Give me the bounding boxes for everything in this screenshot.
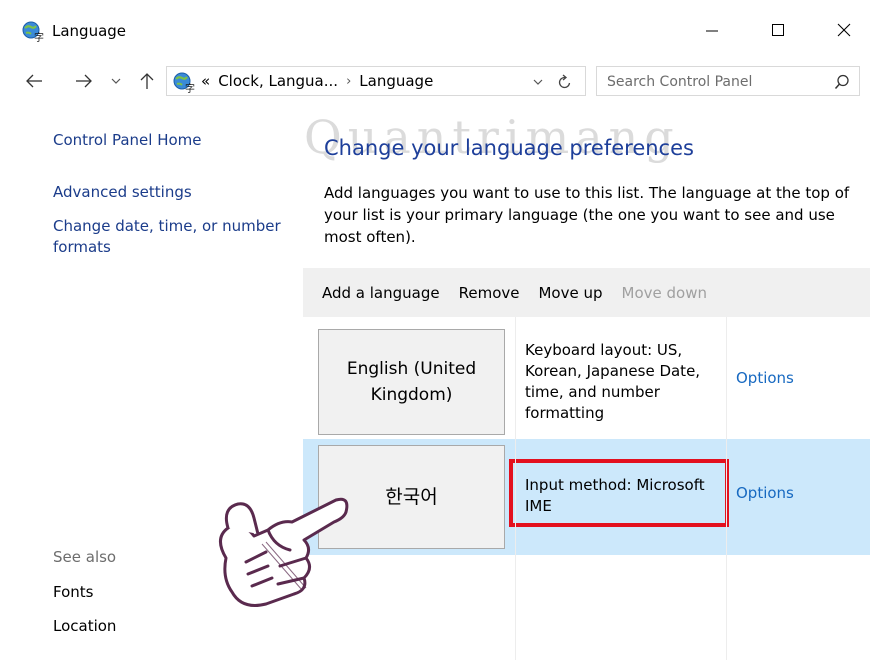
language-row-korean[interactable]: 한국어 Input method: Microsoft IME Options bbox=[303, 439, 870, 555]
page-description: Add languages you want to use to this li… bbox=[324, 184, 850, 246]
back-button[interactable] bbox=[22, 68, 46, 94]
search-button[interactable] bbox=[831, 71, 853, 93]
language-name: English (United Kingdom) bbox=[346, 359, 477, 405]
options-link-korean[interactable]: Options bbox=[736, 484, 794, 502]
language-info: Input method: Microsoft IME bbox=[525, 476, 705, 515]
language-row-english[interactable]: English (United Kingdom) Keyboard layout… bbox=[303, 317, 870, 439]
sidebar-link-control-panel-home[interactable]: Control Panel Home bbox=[53, 130, 202, 151]
svg-text:字: 字 bbox=[185, 82, 195, 93]
language-name: 한국어 bbox=[385, 486, 438, 508]
recent-locations-button[interactable] bbox=[108, 68, 124, 94]
close-icon bbox=[837, 23, 851, 37]
sidebar-link-advanced-settings[interactable]: Advanced settings bbox=[53, 182, 192, 203]
refresh-button[interactable] bbox=[553, 72, 577, 92]
maximize-button[interactable] bbox=[756, 10, 800, 50]
back-arrow-icon bbox=[26, 74, 42, 88]
language-info: Keyboard layout: US, Korean, Japanese Da… bbox=[525, 341, 701, 422]
column-divider bbox=[515, 317, 516, 660]
language-globe-icon: 字 bbox=[22, 20, 44, 44]
language-tile-english[interactable]: English (United Kingdom) bbox=[318, 329, 505, 435]
see-also-link-fonts[interactable]: Fonts bbox=[53, 582, 93, 603]
move-up-button[interactable]: Move up bbox=[538, 284, 602, 302]
breadcrumb-item-language[interactable]: Language bbox=[359, 72, 433, 90]
search-input[interactable] bbox=[607, 72, 817, 92]
breadcrumb-overflow[interactable]: « bbox=[201, 72, 210, 90]
breadcrumb: « Clock, Langua... › Language bbox=[201, 72, 441, 90]
address-bar[interactable]: 字 « Clock, Langua... › Language bbox=[166, 66, 586, 96]
navigation-bar: 字 « Clock, Langua... › Language bbox=[0, 62, 870, 100]
pointing-hand-icon bbox=[208, 478, 354, 614]
see-also-link-location[interactable]: Location bbox=[53, 616, 116, 637]
chevron-down-icon bbox=[111, 78, 121, 84]
maximize-icon bbox=[772, 24, 784, 36]
forward-arrow-icon bbox=[76, 74, 92, 88]
move-down-button: Move down bbox=[621, 283, 707, 302]
language-list: English (United Kingdom) Keyboard layout… bbox=[303, 317, 870, 660]
forward-button[interactable] bbox=[72, 68, 96, 94]
page-title: Change your language preferences bbox=[324, 136, 694, 160]
title-bar: 字 Language bbox=[0, 0, 870, 62]
chevron-down-icon bbox=[533, 79, 543, 85]
see-also-heading: See also bbox=[53, 548, 117, 566]
add-language-button[interactable]: Add a language bbox=[322, 284, 440, 302]
breadcrumb-separator[interactable]: › bbox=[346, 74, 351, 89]
column-divider bbox=[726, 317, 727, 660]
up-arrow-icon bbox=[140, 73, 154, 89]
search-box[interactable] bbox=[596, 66, 860, 96]
search-icon bbox=[834, 74, 849, 89]
language-globe-icon: 字 bbox=[173, 71, 195, 95]
refresh-icon bbox=[558, 74, 571, 89]
breadcrumb-item-clock-language[interactable]: Clock, Langua... bbox=[218, 72, 338, 90]
svg-text:字: 字 bbox=[34, 31, 44, 42]
language-toolbar: Add a language Remove Move up Move down bbox=[303, 268, 870, 317]
sidebar-link-change-date-time-formats[interactable]: Change date, time, or number formats bbox=[53, 216, 293, 258]
minimize-button[interactable] bbox=[690, 10, 734, 50]
window-title: Language bbox=[52, 22, 127, 40]
address-dropdown-button[interactable] bbox=[527, 72, 549, 92]
remove-button[interactable]: Remove bbox=[459, 284, 520, 302]
minimize-icon bbox=[706, 30, 718, 32]
close-button[interactable] bbox=[822, 10, 866, 50]
options-link-english[interactable]: Options bbox=[736, 369, 794, 387]
up-button[interactable] bbox=[136, 68, 158, 94]
main-content: Quantrimang Change your language prefere… bbox=[300, 100, 870, 660]
